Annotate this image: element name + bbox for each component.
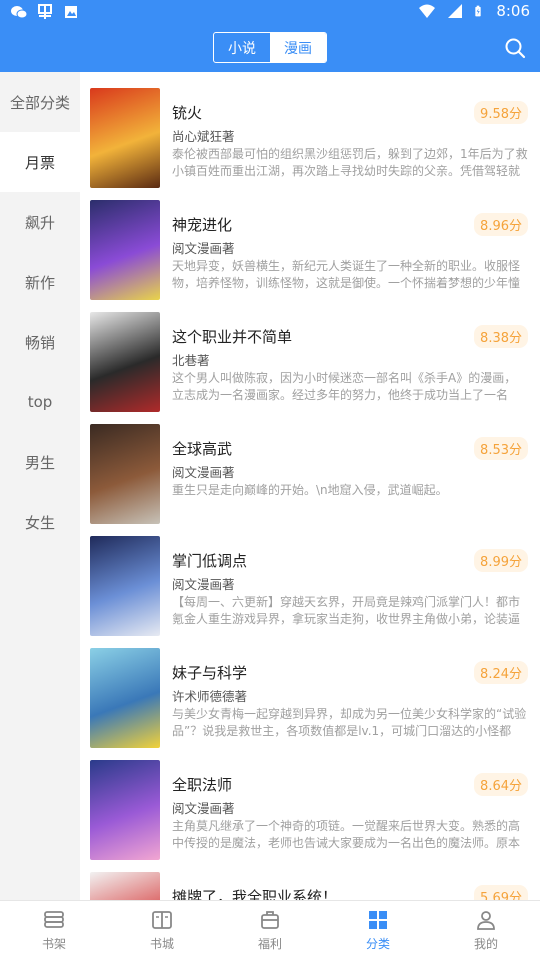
book-cover[interactable] (90, 760, 160, 860)
app-icon (38, 4, 52, 19)
book-description: 天地异变，妖兽横生，新纪元人类诞生了一种全新的职业。收服怪物，培养怪物，训练怪物… (172, 259, 521, 290)
nav-label: 分类 (365, 937, 390, 951)
wifi-icon (419, 4, 436, 18)
book-author: 阅文漫画著 (172, 241, 235, 256)
book-author: 阅文漫画著 (172, 577, 235, 592)
clock: 8:06 (496, 2, 530, 20)
book-title: 摊牌了，我全职业系统！ (172, 888, 338, 900)
status-left-icons (10, 3, 80, 21)
category-sidebar: 全部分类 月票 飙升 新作 畅销 top 男生 女生 (0, 72, 80, 900)
sidebar-item-all[interactable]: 全部分类 (0, 72, 80, 132)
book-description: 与美少女青梅一起穿越到异界，却成为另一位美少女科学家的“试验品”？说我是救世主，… (172, 707, 527, 738)
search-icon[interactable] (504, 37, 526, 59)
book-cover[interactable] (90, 536, 160, 636)
grid-icon (369, 911, 387, 929)
book-title: 全职法师 (172, 776, 233, 794)
tab-comic[interactable]: 漫画 (270, 33, 326, 62)
sidebar-item-female[interactable]: 女生 (0, 492, 80, 552)
nav-label: 我的 (473, 937, 498, 951)
book-item[interactable]: 这个职业并不简单 8.38分 北巷著 这个男人叫做陈寂，因为小时候迷恋一部名叫《… (80, 296, 540, 412)
book-score: 8.53分 (474, 437, 528, 460)
nav-label: 福利 (257, 937, 282, 951)
sidebar-item-monthly-ticket[interactable]: 月票 (0, 132, 80, 192)
sidebar-item-bestseller[interactable]: 畅销 (0, 312, 80, 372)
book-item[interactable]: 摊牌了，我全职业系统！ 5.69分 (80, 856, 540, 900)
book-score: 8.64分 (474, 773, 528, 796)
book-author: 阅文漫画著 (172, 801, 235, 816)
book-title: 铳火 (172, 104, 203, 122)
nav-welfare[interactable]: 福利 (216, 901, 324, 960)
book-author: 北巷著 (172, 353, 210, 368)
sidebar-item-male[interactable]: 男生 (0, 432, 80, 492)
book-score: 8.38分 (474, 325, 528, 348)
book-description: 这个男人叫做陈寂，因为小时候迷恋一部名叫《杀手A》的漫画，立志成为一名漫画家。经… (172, 371, 517, 402)
book-title: 这个职业并不简单 (172, 328, 293, 346)
nav-bookstore[interactable]: 书城 (108, 901, 216, 960)
sidebar-item-top[interactable]: top (0, 372, 80, 432)
book-score: 8.96分 (474, 213, 528, 236)
tab-novel[interactable]: 小说 (214, 33, 270, 62)
book-cover[interactable] (90, 424, 160, 524)
book-item[interactable]: 全职法师 8.64分 阅文漫画著 主角莫凡继承了一个神奇的项链。一觉醒来后世界大… (80, 744, 540, 860)
book-score: 8.24分 (474, 661, 528, 684)
bottom-nav: 书架 书城 福利 分类 我的 (0, 900, 540, 960)
book-cover[interactable] (90, 872, 160, 900)
category-switch: 小说 漫画 (213, 32, 327, 63)
book-description: 主角莫凡继承了一个神奇的项链。一觉醒来后世界大变。熟悉的高中传授的是魔法，老师也… (172, 819, 521, 850)
book-author: 阅文漫画著 (172, 465, 235, 480)
status-right: 8:06 (418, 2, 530, 20)
book-score: 8.99分 (474, 549, 528, 572)
wechat-icon (11, 6, 28, 19)
sidebar-item-new[interactable]: 新作 (0, 252, 80, 312)
book-author: 尚心斌狂著 (172, 129, 235, 144)
bookshelf-icon (44, 911, 64, 928)
book-title: 神宠进化 (172, 216, 233, 234)
book-cover[interactable] (90, 648, 160, 748)
book-description: 泰伦被西部最可怕的组织黑沙组惩罚后，躲到了边郊，1年后为了救小镇百姓而重出江湖，… (172, 147, 528, 178)
book-item[interactable]: 掌门低调点 8.99分 阅文漫画著 【每周一、六更新】穿越天玄界，开局竟是辣鸡门… (80, 520, 540, 636)
book-description: 重生只是走向巅峰的开始。\n地窟入侵，武道崛起。 (172, 483, 448, 497)
book-score: 9.58分 (474, 101, 528, 124)
book-title: 全球高武 (172, 440, 233, 458)
sidebar-item-rising[interactable]: 飙升 (0, 192, 80, 252)
open-book-icon (152, 911, 172, 929)
book-item[interactable]: 铳火 9.58分 尚心斌狂著 泰伦被西部最可怕的组织黑沙组惩罚后，躲到了边郊，1… (80, 72, 540, 188)
nav-bookshelf[interactable]: 书架 (0, 901, 108, 960)
book-list: 铳火 9.58分 尚心斌狂著 泰伦被西部最可怕的组织黑沙组惩罚后，躲到了边郊，1… (80, 72, 540, 900)
book-author: 许术师德德著 (172, 689, 248, 704)
book-item[interactable]: 神宠进化 8.96分 阅文漫画著 天地异变，妖兽横生，新纪元人类诞生了一种全新的… (80, 184, 540, 300)
book-score: 5.69分 (474, 885, 528, 900)
book-item[interactable]: 全球高武 8.53分 阅文漫画著 重生只是走向巅峰的开始。\n地窟入侵，武道崛起… (80, 408, 540, 524)
signal-icon (448, 4, 463, 18)
nav-label: 书城 (149, 937, 174, 951)
nav-label: 书架 (41, 937, 66, 951)
nav-category[interactable]: 分类 (324, 901, 432, 960)
gift-icon (261, 911, 279, 929)
image-icon (65, 6, 77, 18)
book-cover[interactable] (90, 88, 160, 188)
user-icon (477, 911, 495, 930)
book-cover[interactable] (90, 312, 160, 412)
battery-icon (475, 5, 481, 17)
book-item[interactable]: 妹子与科学 8.24分 许术师德德著 与美少女青梅一起穿越到异界，却成为另一位美… (80, 632, 540, 748)
book-title: 妹子与科学 (172, 664, 248, 682)
status-bar: 8:06 (0, 0, 540, 24)
book-title: 掌门低调点 (172, 552, 248, 570)
book-description: 【每周一、六更新】穿越天玄界，开局竟是辣鸡门派掌门人！都市氪金人重生游戏异界，拿… (172, 595, 521, 626)
book-cover[interactable] (90, 200, 160, 300)
nav-profile[interactable]: 我的 (432, 901, 540, 960)
header: 小说 漫画 (0, 24, 540, 72)
